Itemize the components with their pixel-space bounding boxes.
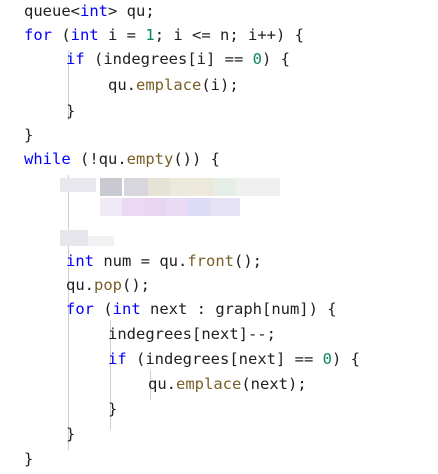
code-text: (indegrees[next] == — [126, 350, 323, 368]
number-literal: 1 — [145, 26, 155, 44]
code-line: if (indegrees[i] == 0) { — [66, 48, 290, 70]
code-text: qu. — [108, 76, 136, 94]
number-literal: 0 — [322, 350, 332, 368]
code-text: qu. — [66, 276, 94, 294]
function-name: emplace — [176, 375, 242, 393]
number-literal: 0 — [252, 50, 262, 68]
code-text: ) { — [262, 50, 290, 68]
code-text: ( — [94, 300, 113, 318]
keyword: if — [108, 350, 127, 368]
code-line: qu.emplace(i); — [108, 74, 239, 96]
code-line: indegrees[next]--; — [108, 323, 276, 345]
code-text: (); — [234, 252, 262, 270]
code-text: } — [24, 126, 34, 144]
function-name: emplace — [136, 76, 202, 94]
code-text: ) { — [331, 350, 360, 368]
type-keyword: int — [70, 26, 99, 44]
code-text: ()) { — [173, 150, 221, 168]
keyword: for — [66, 300, 94, 318]
code-text: (i); — [201, 76, 239, 94]
redacted-code-block — [60, 176, 280, 220]
code-text: queue< — [24, 2, 80, 20]
code-line: int num = qu.front(); — [66, 250, 262, 272]
code-text: ; i <= n; i++) { — [154, 26, 304, 44]
code-editor[interactable]: queue<int> qu; for (int i = 1; i <= n; i… — [0, 0, 438, 474]
code-text: > qu; — [108, 2, 155, 20]
code-line: for (int i = 1; i <= n; i++) { — [24, 24, 304, 46]
code-text: } — [66, 102, 76, 120]
code-text: next : graph[num]) { — [140, 300, 337, 318]
keyword: while — [24, 150, 71, 168]
code-line: } — [66, 100, 75, 122]
code-text: } — [108, 400, 118, 418]
code-text: (indegrees[i] == — [84, 50, 253, 68]
code-text: qu. — [148, 375, 176, 393]
code-line: if (indegrees[next] == 0) { — [108, 348, 360, 370]
type-keyword: int — [66, 252, 94, 270]
code-line: queue<int> qu; — [24, 0, 155, 22]
code-text: (); — [122, 276, 150, 294]
code-text: i = — [98, 26, 146, 44]
code-text: (next); — [241, 375, 307, 393]
code-line: } — [24, 124, 33, 146]
function-name: front — [187, 252, 234, 270]
function-name: pop — [94, 276, 122, 294]
code-text: } — [66, 425, 76, 443]
code-text: (!qu. — [70, 150, 127, 168]
type-keyword: int — [80, 2, 108, 20]
code-line: qu.pop(); — [66, 274, 150, 296]
redacted-code-line — [60, 228, 114, 246]
keyword: for — [24, 26, 52, 44]
code-line: while (!qu.empty()) { — [24, 148, 220, 170]
code-text: ( — [52, 26, 71, 44]
code-text: num = qu. — [94, 252, 188, 270]
code-line: } — [108, 398, 117, 420]
code-line: } — [66, 423, 75, 445]
code-line: qu.emplace(next); — [148, 373, 307, 395]
code-line: } — [24, 448, 33, 470]
type-keyword: int — [112, 300, 141, 318]
code-line: for (int next : graph[num]) { — [66, 298, 337, 320]
code-text: } — [24, 450, 34, 468]
function-name: empty — [126, 150, 174, 168]
code-text: indegrees[next]--; — [108, 325, 276, 343]
keyword: if — [66, 50, 85, 68]
